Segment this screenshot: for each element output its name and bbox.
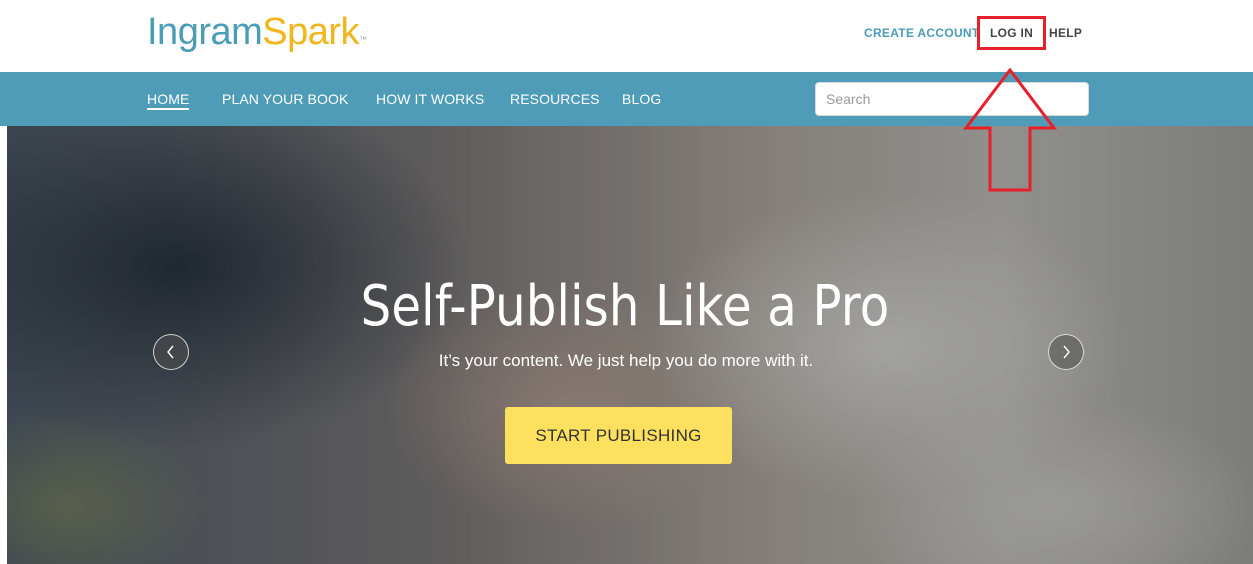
chevron-right-icon [1060, 345, 1072, 359]
nav-item-resources[interactable]: RESOURCES [510, 91, 600, 107]
log-in-highlight-box [977, 16, 1046, 50]
hero-banner: Self-Publish Like a Pro It’s your conten… [7, 126, 1253, 564]
help-link[interactable]: HELP [1049, 26, 1082, 40]
nav-item-how-it-works[interactable]: HOW IT WORKS [376, 91, 484, 107]
site-header: IngramSpark™ CREATE ACCOUNT LOG IN HELP [0, 0, 1253, 72]
nav-item-blog[interactable]: BLOG [622, 91, 661, 107]
create-account-link[interactable]: CREATE ACCOUNT [864, 26, 980, 40]
hero-title: Self-Publish Like a Pro [360, 274, 890, 339]
nav-item-plan-your-book[interactable]: PLAN YOUR BOOK [222, 91, 348, 107]
carousel-next-button[interactable] [1048, 334, 1084, 370]
nav-item-home[interactable]: HOME [147, 91, 190, 110]
start-publishing-button[interactable]: START PUBLISHING [505, 407, 732, 464]
search-input[interactable] [815, 82, 1089, 116]
account-links: CREATE ACCOUNT LOG IN HELP [0, 26, 1253, 42]
chevron-left-icon [165, 345, 177, 359]
carousel-prev-button[interactable] [153, 334, 189, 370]
main-nav: HOME PLAN YOUR BOOK HOW IT WORKS RESOURC… [0, 72, 1253, 126]
